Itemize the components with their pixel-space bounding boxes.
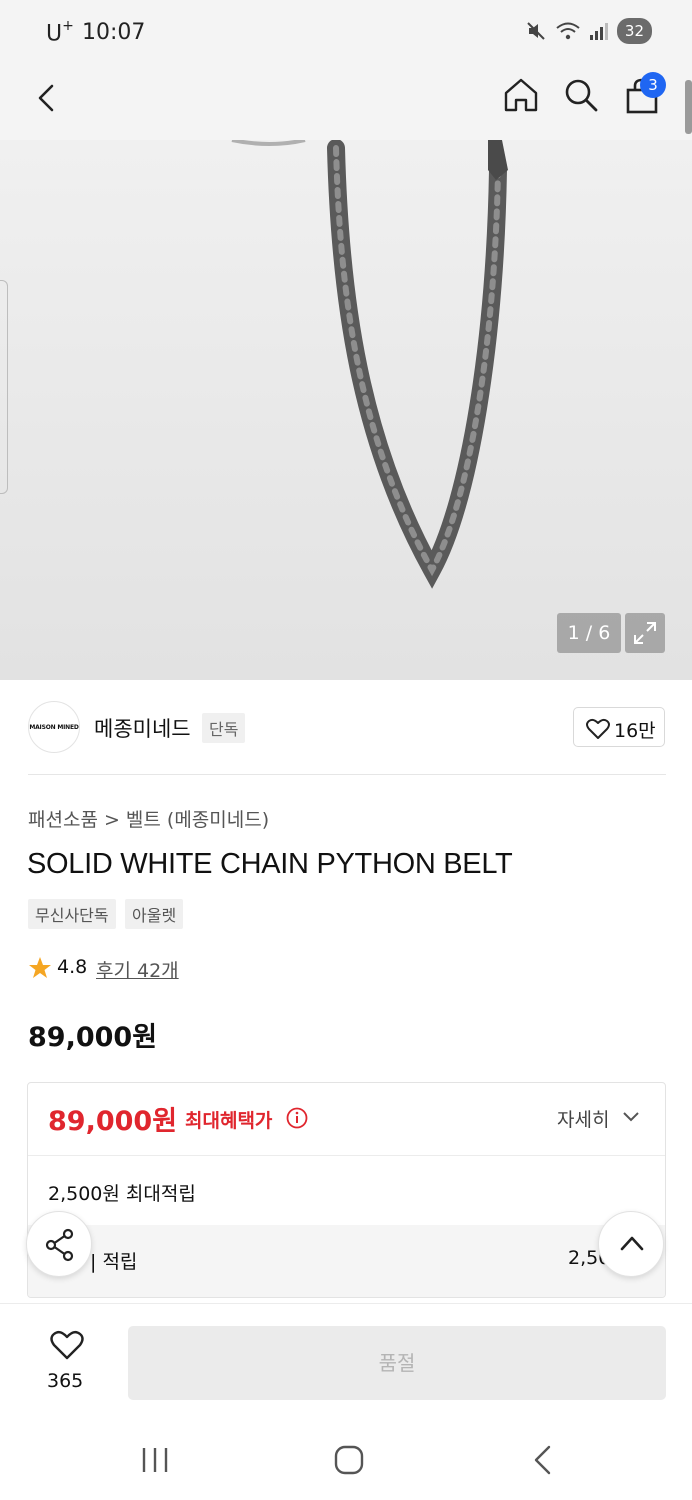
tag-musinsa-exclusive: 무신사단독 — [28, 899, 116, 929]
brand-like-button[interactable]: 16만 — [573, 707, 665, 747]
rating-value: 4.8 — [57, 956, 88, 978]
exclusive-tag: 단독 — [202, 713, 246, 743]
brand-like-count: 16만 — [614, 720, 656, 742]
carrier-label: U+ — [46, 18, 74, 47]
heart-icon — [586, 718, 610, 739]
info-icon[interactable] — [286, 1107, 308, 1129]
wishlist-heart-icon[interactable] — [50, 1330, 84, 1360]
recent-apps-icon[interactable] — [140, 1446, 170, 1474]
brand-logo[interactable]: MAISON MINED — [28, 701, 80, 753]
chevron-up-icon — [620, 1236, 644, 1251]
battery-indicator: 32 — [616, 18, 652, 44]
review-link[interactable]: 후기 42개 — [96, 956, 179, 983]
product-title: SOLID WHITE CHAIN PYTHON BELT — [27, 848, 513, 880]
points-row-label: | 적립 — [90, 1251, 138, 1273]
max-points-text: 2,500원 최대적립 — [48, 1183, 196, 1205]
back-arrow-icon[interactable] — [30, 80, 66, 116]
bottom-purchase-bar: 365 품절 — [0, 1303, 692, 1420]
tag-outlet: 아울렛 — [125, 899, 184, 929]
product-price: 89,000원 — [28, 1022, 158, 1053]
cart-count-badge: 3 — [640, 72, 666, 98]
share-icon — [45, 1228, 74, 1262]
scroll-indicator[interactable] — [685, 80, 692, 134]
home-icon[interactable] — [502, 76, 540, 114]
status-bar: U+ 10:07 32 — [0, 0, 692, 66]
search-icon[interactable] — [562, 76, 600, 114]
divider — [28, 774, 666, 775]
home-nav-icon[interactable] — [333, 1444, 365, 1476]
system-navigation-bar — [0, 1420, 692, 1500]
share-button[interactable] — [26, 1211, 92, 1277]
mute-icon — [527, 22, 545, 40]
breadcrumb[interactable]: 패션소품 > 벨트 (메종미네드) — [28, 805, 269, 832]
points-row: | 적립 2,50 — [28, 1225, 665, 1297]
max-benefit-label: 최대혜택가 — [185, 1110, 273, 1132]
top-app-bar: 3 — [0, 66, 692, 140]
chevron-down-icon[interactable] — [622, 1111, 640, 1123]
clock: 10:07 — [82, 20, 146, 45]
scroll-top-button[interactable] — [598, 1211, 664, 1277]
product-image[interactable] — [0, 140, 692, 680]
chain-belt-image — [231, 140, 508, 589]
image-edge-handle[interactable] — [0, 280, 8, 494]
expand-icon — [634, 622, 656, 644]
product-page: U+ 10:07 32 3 1 / 6 MAISON MINED 메종미네드 단… — [0, 0, 692, 1500]
benefit-card: 89,000원 최대혜택가 자세히 2,500원 최대적립 | 적립 2,50 — [27, 1082, 666, 1298]
wishlist-count: 365 — [47, 1370, 84, 1392]
status-icons: 32 — [525, 18, 652, 44]
image-counter: 1 / 6 — [557, 613, 621, 653]
max-benefit-price: 89,000원 — [48, 1106, 178, 1137]
back-nav-icon[interactable] — [530, 1444, 556, 1476]
card-divider — [28, 1155, 665, 1156]
detail-toggle[interactable]: 자세히 — [557, 1105, 609, 1132]
star-icon — [29, 957, 51, 978]
expand-image-button[interactable] — [625, 613, 665, 653]
brand-name[interactable]: 메종미네드 — [94, 713, 191, 743]
signal-icon — [589, 23, 608, 40]
wifi-icon — [556, 22, 580, 40]
soldout-button[interactable]: 품절 — [128, 1326, 666, 1400]
